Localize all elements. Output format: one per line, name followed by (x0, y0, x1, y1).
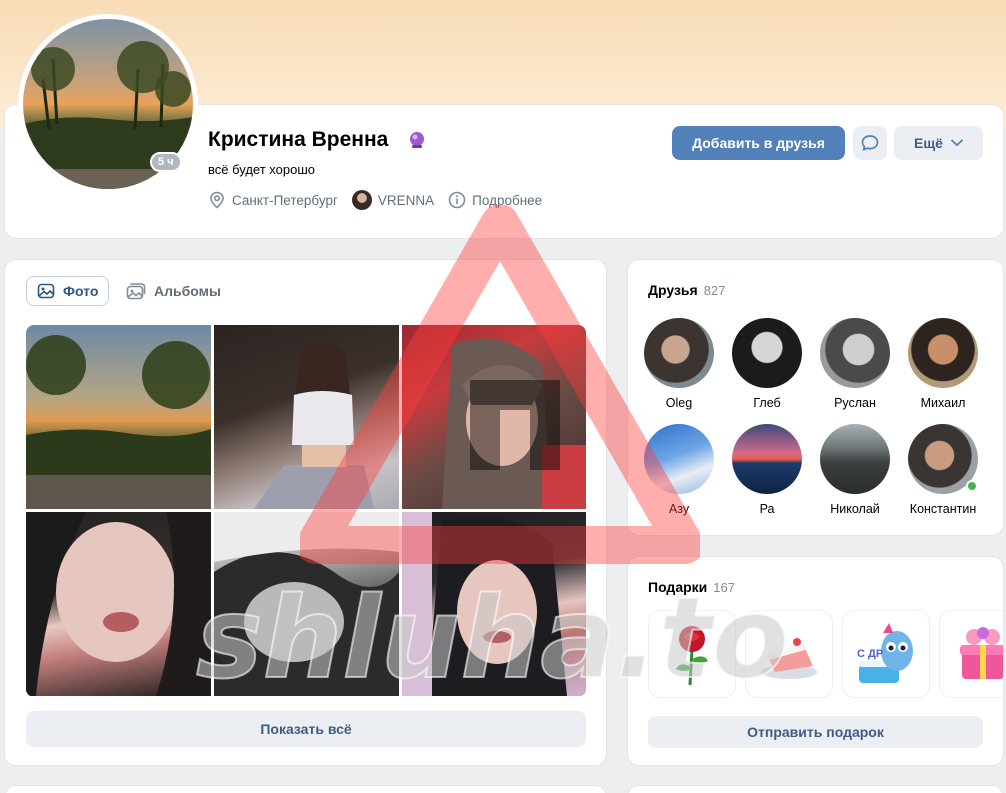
friend-name: Глеб (753, 396, 781, 410)
friend-avatar (644, 318, 714, 388)
linked-account-avatar (351, 190, 372, 210)
more-label: Ещё (914, 135, 943, 151)
gifts-title[interactable]: Подарки 167 (648, 579, 735, 595)
gift-item[interactable] (745, 610, 833, 698)
gift-item[interactable] (648, 610, 736, 698)
birthday-creature-gift-icon: С ДР (857, 623, 913, 683)
info-icon (448, 191, 466, 209)
gifts-card: Подарки 167 С ДР Отправить подарок (627, 556, 1004, 766)
add-friend-button[interactable]: Добавить в друзья (672, 126, 845, 160)
gift-box-gift-icon (960, 627, 1003, 679)
friend-avatar (732, 318, 802, 388)
tab-albums-label: Альбомы (154, 283, 221, 299)
linked-account-item[interactable]: VRENNA (351, 190, 435, 210)
city-label: Санкт-Петербург (232, 192, 338, 208)
friend-item[interactable]: Oleg (635, 318, 723, 410)
last-seen-badge: 5 ч (150, 152, 182, 172)
friend-name: Руслан (834, 396, 876, 410)
rose-gift-icon (676, 626, 708, 686)
location-pin-icon (210, 191, 224, 209)
friend-name: Ра (759, 502, 775, 516)
friend-avatar (644, 424, 714, 494)
linked-account-label: VRENNA (377, 192, 435, 208)
photo-thumbnail[interactable] (402, 512, 586, 696)
friend-item[interactable]: Азу (635, 424, 723, 516)
photo-grid (26, 325, 586, 697)
friend-item[interactable]: Николай (811, 424, 899, 516)
next-card-stub-left (4, 785, 607, 793)
friend-name: Константин (909, 502, 977, 516)
friend-avatar (908, 424, 978, 494)
gifts-count: 167 (713, 580, 735, 595)
details-label: Подробнее (472, 192, 543, 208)
cake-gift-icon (761, 638, 817, 679)
gift-item[interactable]: С ДР (842, 610, 930, 698)
albums-icon (126, 283, 146, 300)
photos-card: Фото Альбомы Показать всё (4, 259, 607, 766)
friends-title[interactable]: Друзья 827 (648, 282, 725, 298)
tab-photos-label: Фото (63, 283, 99, 299)
friend-name: Николай (830, 502, 880, 516)
profile-name: Кристина Вренна (208, 128, 389, 151)
show-all-photos-button[interactable]: Показать всё (26, 711, 586, 747)
friend-name: Азу (668, 502, 690, 516)
more-button[interactable]: Ещё (894, 126, 983, 160)
send-gift-button[interactable]: Отправить подарок (648, 716, 983, 748)
friend-name: Михаил (920, 396, 966, 410)
photo-thumbnail[interactable] (26, 512, 211, 696)
svg-text:С ДР: С ДР (857, 648, 883, 660)
tab-photos[interactable]: Фото (26, 276, 110, 306)
friends-count: 827 (703, 283, 726, 298)
photo-thumbnail[interactable] (214, 512, 399, 696)
chevron-down-icon (951, 139, 963, 147)
friend-avatar (820, 424, 890, 494)
message-bubble-icon (861, 135, 879, 151)
friends-card: Друзья 827 Oleg Глеб Руслан Михаил Азу Ра… (627, 259, 1004, 536)
image-icon (37, 283, 55, 299)
friend-item[interactable]: Глеб (723, 318, 811, 410)
tab-albums[interactable]: Альбомы (116, 276, 231, 306)
friend-item[interactable]: Михаил (899, 318, 987, 410)
gifts-title-label: Подарки (648, 579, 708, 595)
friend-item[interactable]: Руслан (811, 318, 899, 410)
message-button[interactable] (853, 126, 887, 160)
friend-name: Oleg (665, 396, 693, 410)
profile-meta-row: Санкт-Петербург VRENNA Подробнее (208, 189, 556, 211)
profile-status: всё будет хорошо (208, 162, 315, 177)
friend-item[interactable]: Ра (723, 424, 811, 516)
next-card-stub-right (627, 785, 1004, 793)
photo-thumbnail[interactable] (214, 325, 399, 509)
friend-avatar (908, 318, 978, 388)
friend-avatar (820, 318, 890, 388)
friends-title-label: Друзья (648, 282, 698, 298)
city-item[interactable]: Санкт-Петербург (208, 191, 338, 209)
gift-item[interactable] (939, 610, 1003, 698)
details-item[interactable]: Подробнее (448, 191, 542, 209)
crystal-ball-icon (410, 132, 424, 148)
friend-item[interactable]: Константин (899, 424, 987, 516)
friend-avatar (732, 424, 802, 494)
photo-thumbnail[interactable] (402, 325, 586, 509)
online-indicator (966, 480, 978, 492)
photo-thumbnail[interactable] (26, 325, 211, 509)
